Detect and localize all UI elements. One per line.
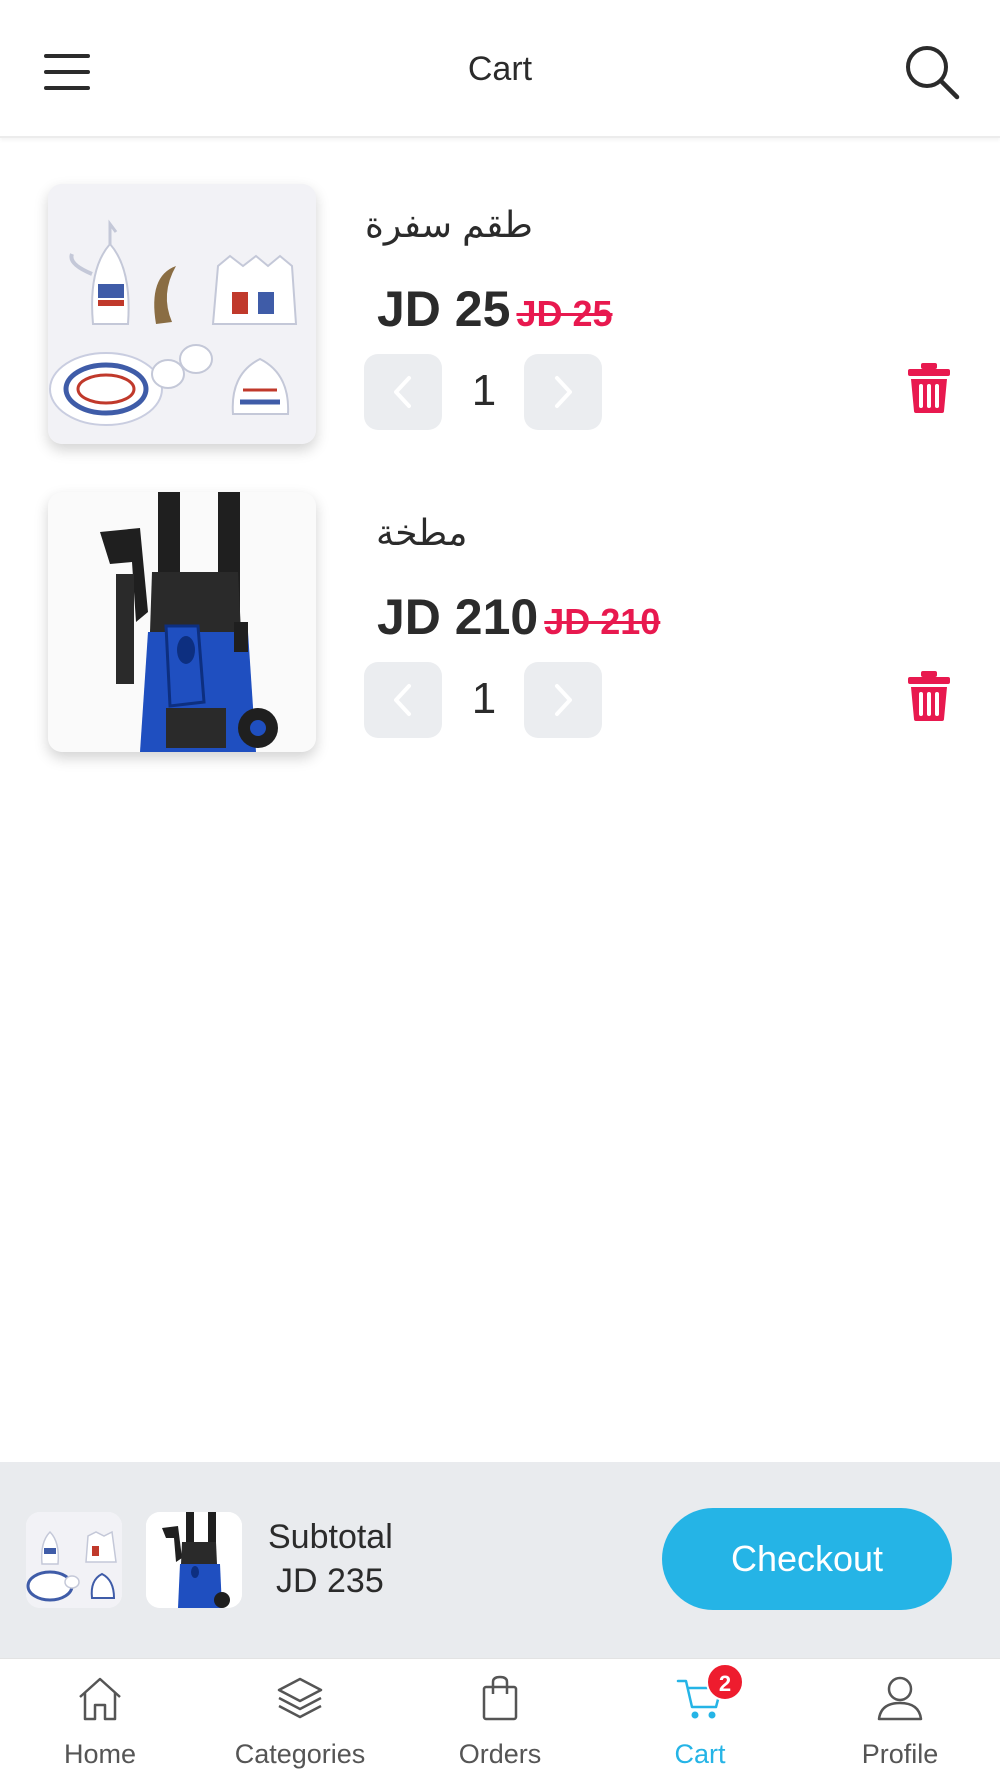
chevron-left-icon — [394, 684, 411, 716]
trash-icon[interactable] — [906, 362, 952, 414]
layers-icon — [277, 1677, 323, 1719]
trash-icon[interactable] — [906, 670, 952, 722]
tea-set-product-image[interactable] — [48, 184, 316, 444]
increase-quantity-button[interactable] — [524, 662, 602, 738]
nav-label: Cart — [674, 1739, 726, 1769]
shopping-bag-icon — [482, 1675, 518, 1721]
product-name: طقم سفرة — [365, 204, 533, 245]
decrease-quantity-button[interactable] — [364, 354, 442, 430]
decrease-quantity-button[interactable] — [364, 662, 442, 738]
subtotal-value: JD 235 — [276, 1562, 384, 1600]
old-price: JD 210 — [544, 601, 661, 642]
increase-quantity-button[interactable] — [524, 354, 602, 430]
cart-item: طقم سفرة JD 25 JD 25 1 — [0, 184, 1000, 446]
bottom-navigation: Home Categories Orders 2 Cart Profile — [0, 1658, 1000, 1778]
pressure-washer-product-image[interactable] — [48, 492, 316, 752]
current-price: JD 25 — [377, 281, 511, 337]
subtotal-label: Subtotal — [268, 1518, 393, 1556]
quantity-value: 1 — [471, 366, 497, 415]
chevron-right-icon — [555, 684, 572, 716]
chevron-right-icon — [555, 376, 572, 408]
user-icon — [877, 1676, 923, 1721]
cart-item: مطخة JD 210 JD 210 1 — [0, 492, 1000, 754]
quantity-value: 1 — [471, 674, 497, 723]
nav-label: Categories — [234, 1739, 366, 1769]
page-title: Cart — [467, 50, 533, 88]
nav-label: Orders — [458, 1739, 542, 1769]
app-header: Cart — [0, 0, 1000, 138]
cart-screen: Cart طقم سفرة JD 25 JD 25 1 مطخة JD 210 … — [0, 0, 1000, 1778]
checkout-bar: Subtotal JD 235 Checkout — [0, 1462, 1000, 1658]
chevron-left-icon — [394, 376, 411, 408]
nav-label: Home — [63, 1739, 137, 1769]
cart-count-badge: 2 — [706, 1663, 744, 1701]
product-price: JD 25 JD 25 — [377, 280, 613, 338]
search-icon[interactable] — [900, 40, 964, 104]
pressure-washer-mini-thumbnail — [146, 1512, 242, 1608]
current-price: JD 210 — [377, 589, 539, 645]
product-price: JD 210 JD 210 — [377, 588, 660, 646]
checkout-button[interactable]: Checkout — [662, 1508, 952, 1610]
nav-item-profile[interactable]: Profile — [800, 1659, 1000, 1778]
tea-set-mini-thumbnail — [26, 1512, 122, 1608]
nav-item-orders[interactable]: Orders — [400, 1659, 600, 1778]
home-icon — [79, 1677, 121, 1721]
old-price: JD 25 — [516, 293, 613, 334]
nav-item-categories[interactable]: Categories — [200, 1659, 400, 1778]
nav-label: Profile — [861, 1739, 939, 1769]
nav-item-cart[interactable]: 2 Cart — [600, 1659, 800, 1778]
nav-item-home[interactable]: Home — [0, 1659, 200, 1778]
product-name: مطخة — [376, 512, 468, 553]
